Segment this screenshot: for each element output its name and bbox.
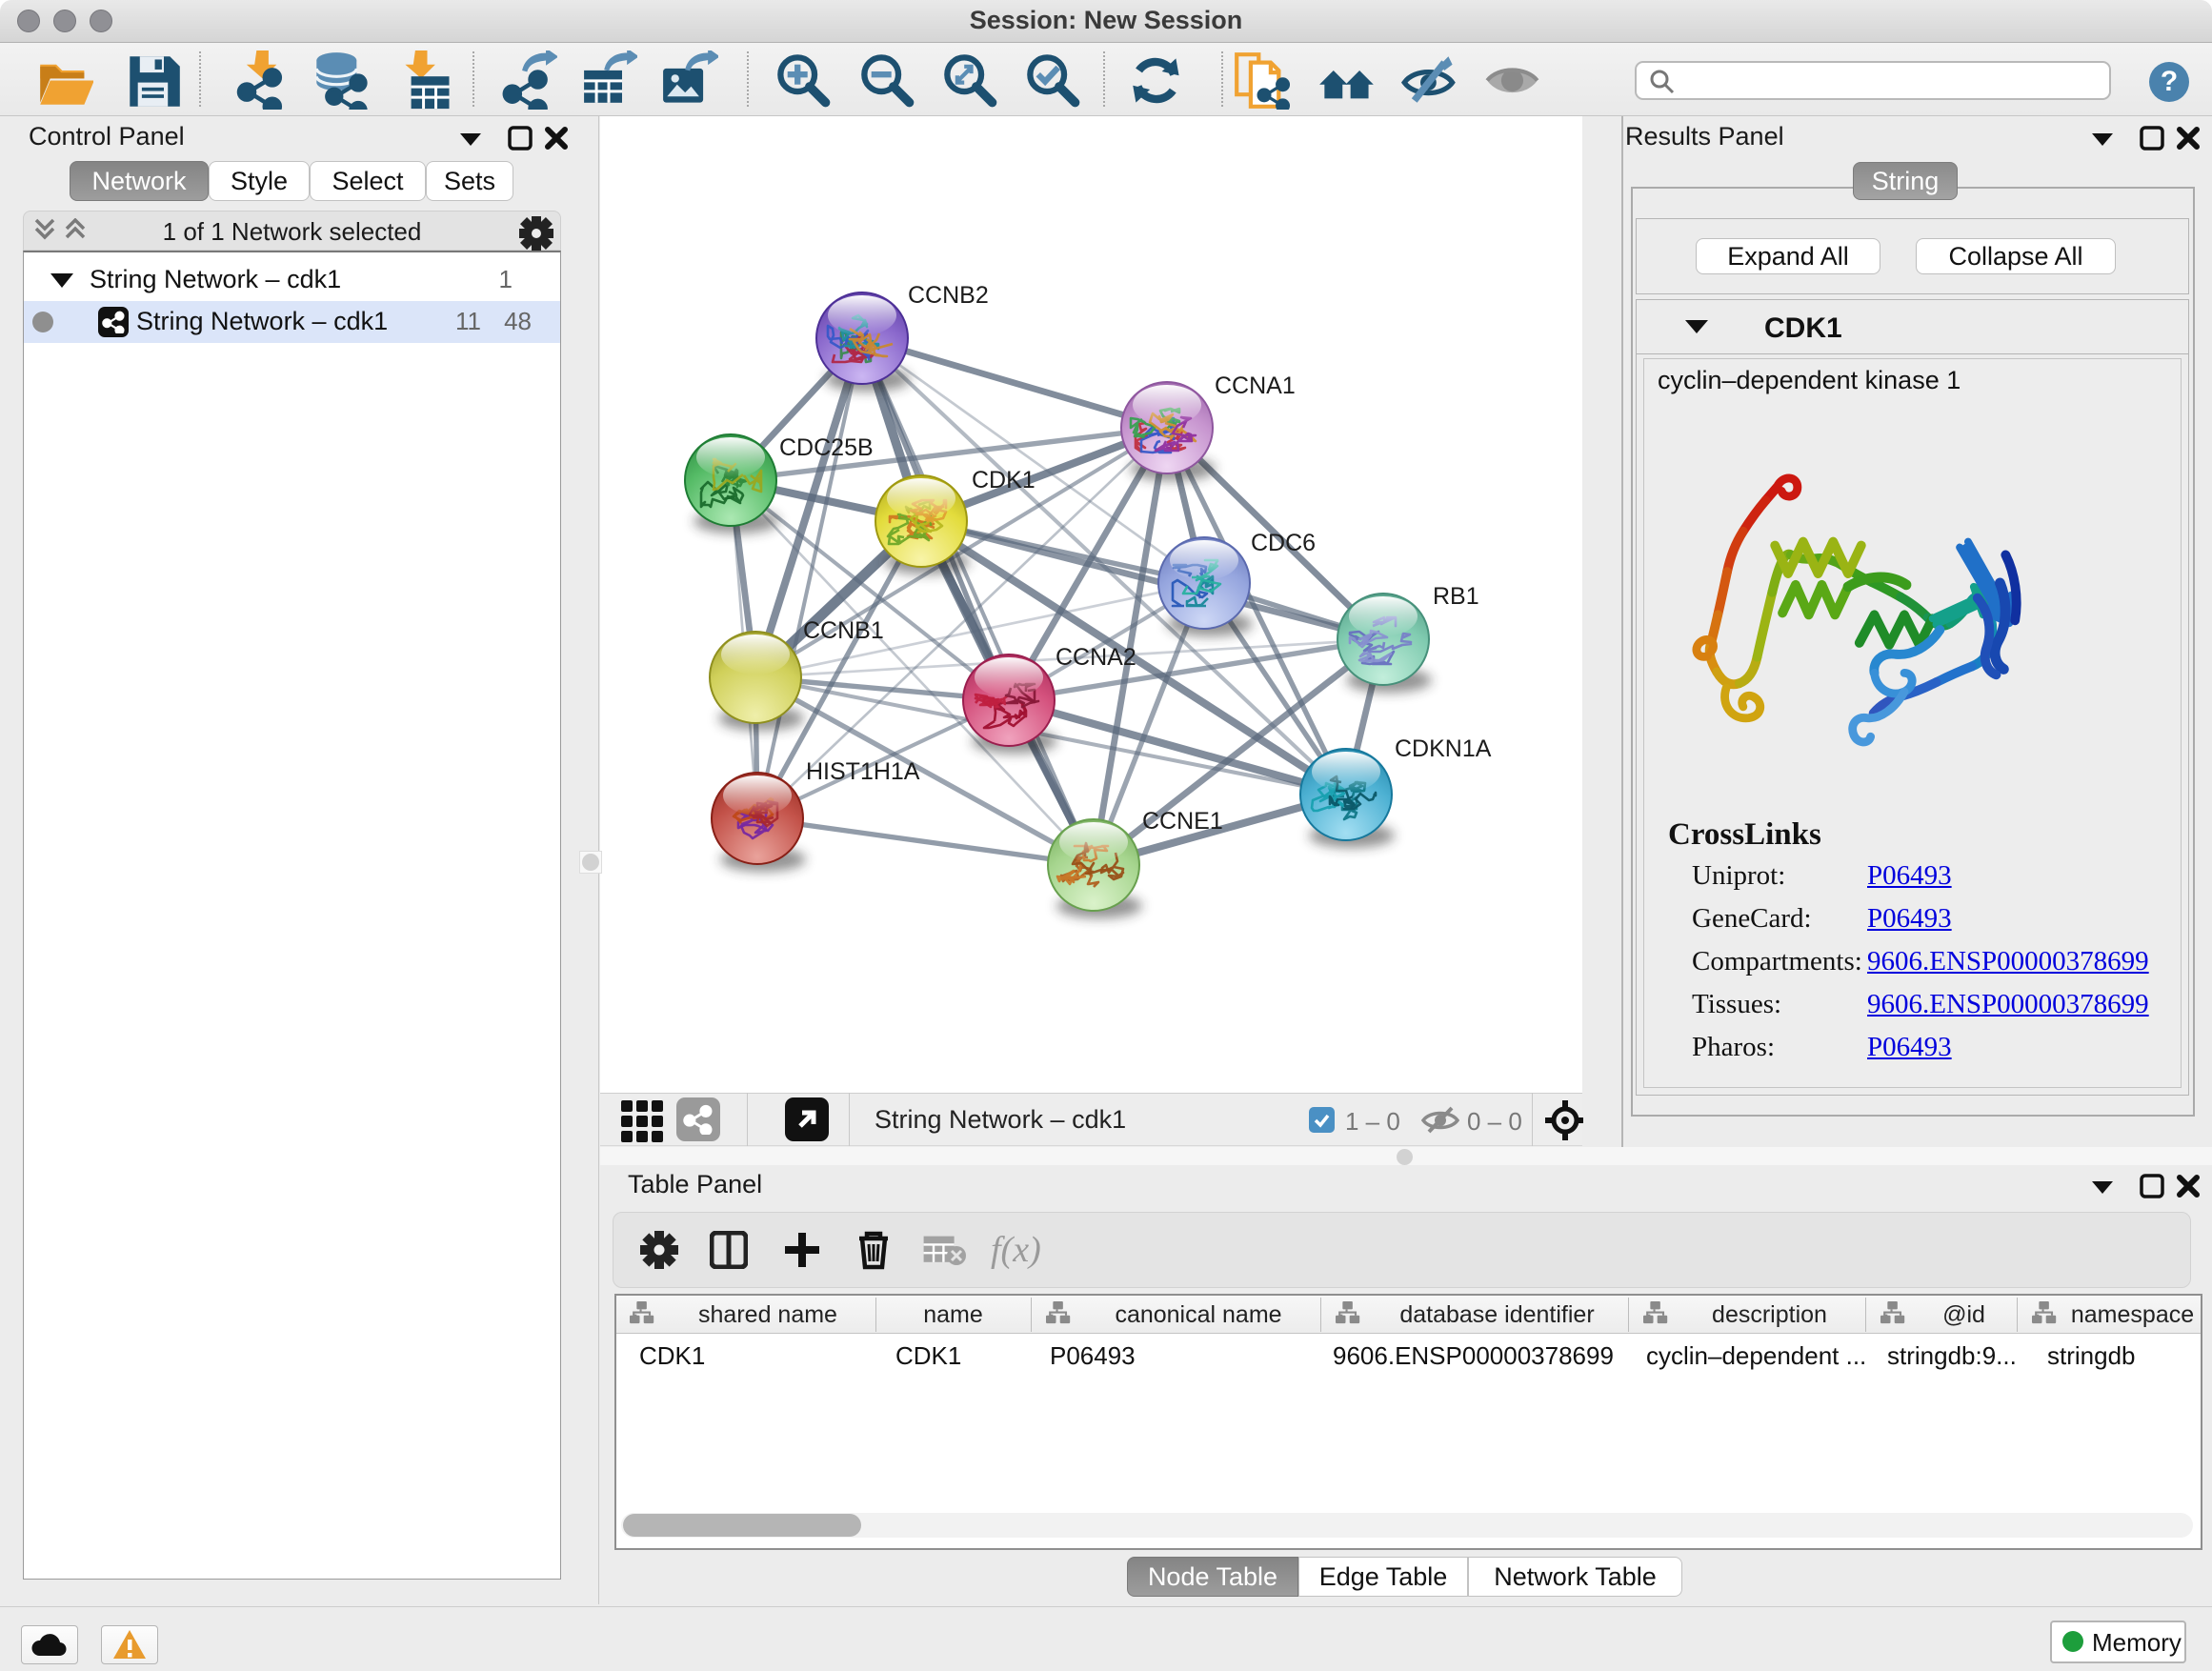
svg-text:CCNB1: CCNB1: [803, 617, 884, 644]
svg-text:CCNA1: CCNA1: [1215, 372, 1296, 399]
svg-text:HIST1H1A: HIST1H1A: [806, 758, 920, 785]
svg-text:CDK1: CDK1: [972, 467, 1036, 493]
svg-text:RB1: RB1: [1433, 583, 1479, 610]
svg-text:CDC25B: CDC25B: [779, 434, 874, 461]
svg-text:CCNE1: CCNE1: [1142, 808, 1223, 835]
svg-text:CCNB2: CCNB2: [908, 282, 989, 309]
svg-text:CDC6: CDC6: [1251, 530, 1316, 556]
svg-text:CCNA2: CCNA2: [1056, 644, 1136, 671]
svg-text:CDKN1A: CDKN1A: [1395, 735, 1492, 762]
